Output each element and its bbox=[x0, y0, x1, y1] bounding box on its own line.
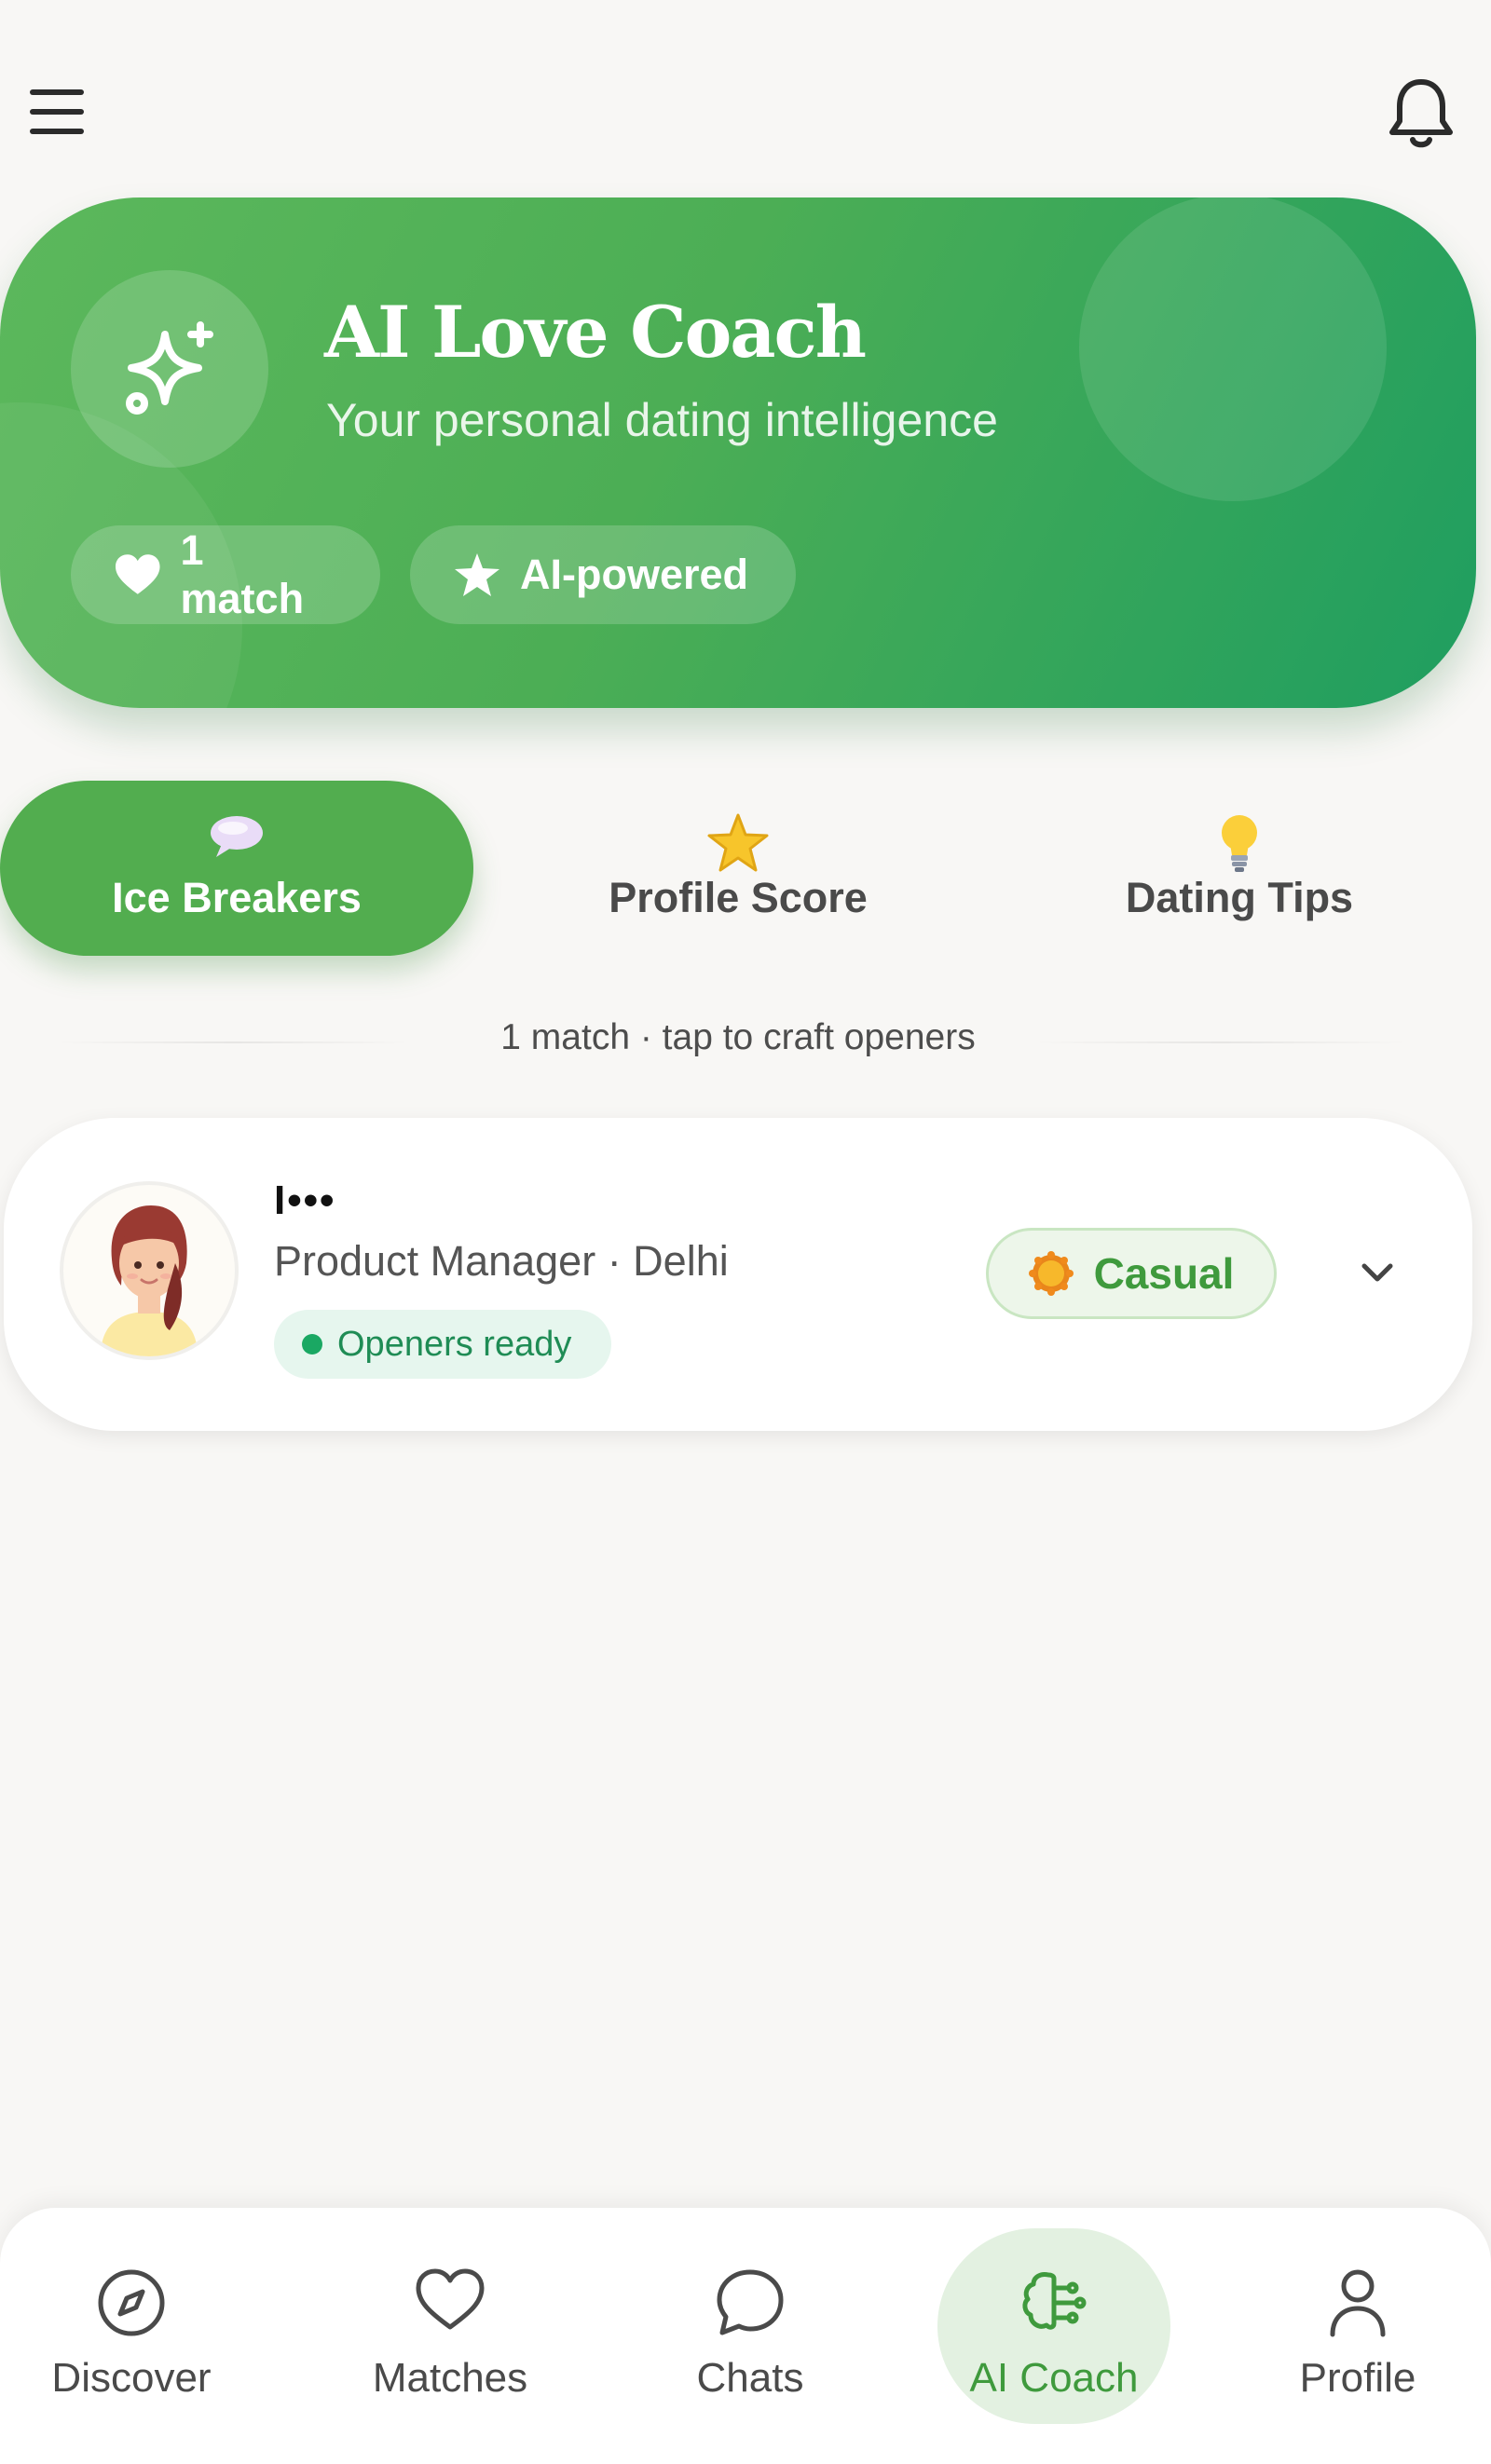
top-bar bbox=[0, 0, 1491, 196]
nav-label: Discover bbox=[51, 2355, 212, 2401]
nav-discover[interactable]: Discover bbox=[15, 2228, 248, 2424]
hero-card: AI Love Coach Your personal dating intel… bbox=[0, 197, 1476, 708]
heart-icon bbox=[115, 554, 160, 594]
tab-label: Dating Tips bbox=[1125, 874, 1354, 921]
heart-outline-icon bbox=[334, 2267, 567, 2342]
brain-icon bbox=[937, 2267, 1170, 2342]
decor-circle bbox=[1079, 197, 1387, 501]
nav-chats[interactable]: Chats bbox=[634, 2228, 867, 2424]
hero-title: AI Love Coach bbox=[324, 291, 867, 374]
match-name: I••• bbox=[274, 1178, 336, 1223]
star-icon bbox=[455, 553, 499, 596]
nav-profile[interactable]: Profile bbox=[1241, 2228, 1474, 2424]
nav-matches[interactable]: Matches bbox=[334, 2228, 567, 2424]
lightbulb-icon bbox=[1003, 812, 1476, 878]
user-icon bbox=[1241, 2267, 1474, 2342]
sun-icon bbox=[1028, 1251, 1074, 1296]
tab-dating-tips[interactable]: Dating Tips bbox=[1003, 781, 1476, 956]
match-count-chip: 1 match bbox=[71, 525, 380, 624]
star-icon bbox=[501, 812, 975, 878]
chip-label: AI-powered bbox=[520, 551, 749, 598]
section-note: 1 match · tap to craft openers bbox=[500, 1017, 976, 1057]
vibe-label: Casual bbox=[1093, 1249, 1235, 1298]
openers-status-badge: Openers ready bbox=[274, 1310, 611, 1379]
tab-ice-breakers[interactable]: Ice Breakers bbox=[0, 781, 473, 956]
nav-label: Chats bbox=[696, 2355, 804, 2401]
hamburger-menu-icon[interactable] bbox=[28, 86, 88, 138]
avatar bbox=[60, 1181, 239, 1360]
openers-status-label: Openers ready bbox=[337, 1324, 572, 1364]
vibe-badge[interactable]: Casual bbox=[986, 1228, 1277, 1319]
speech-bubble-icon bbox=[0, 812, 473, 878]
sparkles-icon bbox=[71, 270, 268, 468]
nav-label: Matches bbox=[372, 2355, 528, 2401]
tab-label: Ice Breakers bbox=[112, 874, 362, 921]
hero-subtitle: Your personal dating intelligence bbox=[326, 394, 998, 446]
tab-label: Profile Score bbox=[609, 874, 868, 921]
bottom-nav: Discover Matches Chats AI Coach Profile bbox=[0, 2208, 1491, 2464]
match-meta: Product Manager · Delhi bbox=[274, 1237, 729, 1285]
tab-profile-score[interactable]: Profile Score bbox=[501, 781, 975, 956]
compass-icon bbox=[15, 2267, 248, 2342]
status-dot bbox=[302, 1334, 322, 1355]
nav-ai-coach[interactable]: AI Coach bbox=[937, 2228, 1170, 2424]
chevron-down-icon[interactable] bbox=[1353, 1248, 1402, 1297]
match-card[interactable]: I••• Product Manager · Delhi Openers rea… bbox=[4, 1118, 1472, 1431]
bell-icon[interactable] bbox=[1387, 76, 1456, 151]
ai-powered-chip: AI-powered bbox=[410, 525, 796, 624]
chip-label: 1 match bbox=[180, 526, 305, 622]
chat-bubble-icon bbox=[634, 2267, 867, 2342]
nav-label: AI Coach bbox=[969, 2355, 1139, 2401]
nav-label: Profile bbox=[1299, 2355, 1416, 2401]
